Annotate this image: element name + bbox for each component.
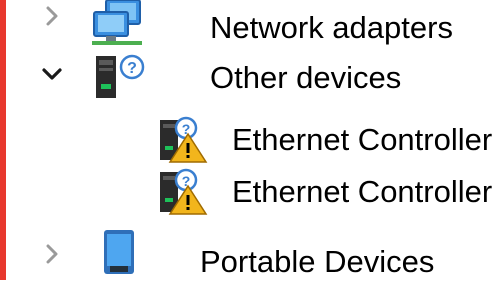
- tree-item-label: Other devices: [210, 60, 402, 95]
- tree-item-label: Ethernet Controller: [232, 122, 493, 157]
- unknown-device-icon: ?: [90, 52, 150, 107]
- device-warning-icon: ?: [156, 114, 216, 169]
- tree-item-portable-devices[interactable]: Portable Devices: [6, 228, 504, 280]
- chevron-down-icon[interactable]: [40, 62, 64, 86]
- network-adapter-icon: [92, 0, 144, 51]
- chevron-right-icon[interactable]: [40, 4, 64, 28]
- tree-item-ethernet-controller[interactable]: ? Ethernet Controller: [6, 114, 504, 166]
- portable-device-icon: [102, 230, 138, 281]
- tree-item-label: Network adapters: [210, 10, 453, 45]
- device-warning-icon: ?: [156, 166, 216, 221]
- tree-item-label: Portable Devices: [200, 244, 435, 279]
- chevron-right-icon[interactable]: [40, 242, 64, 266]
- tree-item-label: Ethernet Controller: [232, 174, 493, 209]
- svg-text:?: ?: [127, 60, 137, 77]
- tree-item-other-devices[interactable]: ? Other devices: [6, 52, 504, 104]
- tree-item-ethernet-controller[interactable]: ? Ethernet Controller: [6, 166, 504, 218]
- tree-item-network-adapters[interactable]: Network adapters: [6, 0, 504, 52]
